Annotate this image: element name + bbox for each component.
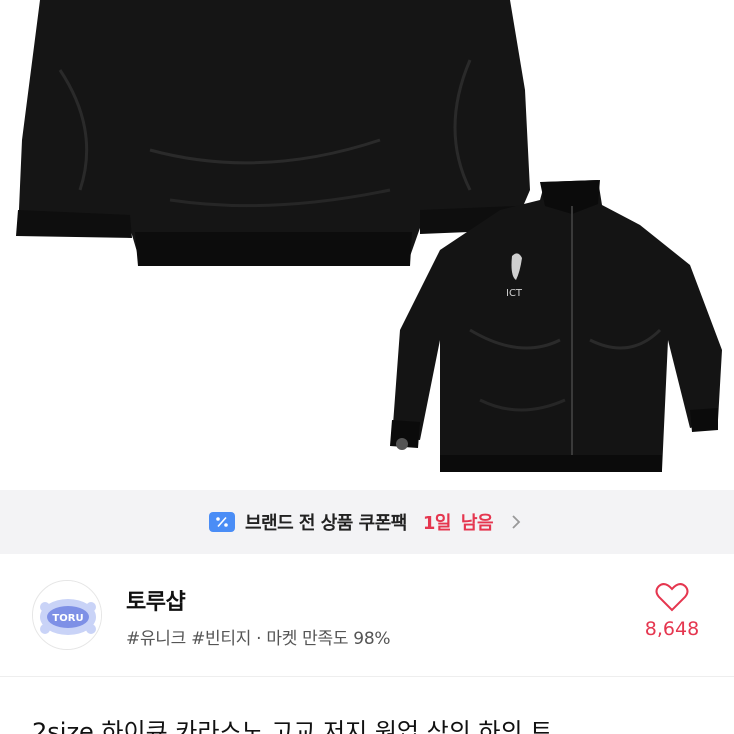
satisfaction-value: 98% bbox=[353, 629, 391, 649]
like-button[interactable]: 8,648 bbox=[632, 582, 712, 652]
coupon-banner[interactable]: 브랜드 전 상품 쿠폰팩 1일 남음 bbox=[0, 490, 734, 554]
product-title: 2size 하이큐 카라스노 고교 저지 원업 상의 하의 트 bbox=[32, 718, 553, 734]
like-count: 8,648 bbox=[644, 618, 700, 640]
coupon-label: 브랜드 전 상품 쿠폰팩 bbox=[244, 513, 407, 534]
shop-avatar[interactable]: TORU bbox=[32, 580, 102, 650]
svg-text:ICT: ICT bbox=[506, 288, 523, 299]
coupon-percent-icon bbox=[208, 512, 235, 532]
shop-name[interactable]: 토루샵 bbox=[126, 584, 186, 616]
shop-meta: #유니크 #빈티지 · 마켓 만족도 98% bbox=[126, 624, 390, 649]
shop-tags[interactable]: #유니크 #빈티지 bbox=[126, 629, 251, 649]
meta-separator: · bbox=[256, 629, 262, 649]
coupon-remaining: 남음 bbox=[460, 513, 494, 534]
avatar-logo-text: TORU bbox=[52, 613, 83, 624]
coupon-days: 1일 bbox=[422, 513, 452, 534]
heart-icon bbox=[655, 583, 689, 612]
chevron-right-icon bbox=[512, 515, 521, 529]
product-image[interactable]: ICT bbox=[0, 0, 734, 490]
section-divider bbox=[0, 676, 734, 677]
satisfaction-label: 마켓 만족도 bbox=[266, 629, 349, 649]
jacket-back-illustration bbox=[16, 0, 530, 266]
